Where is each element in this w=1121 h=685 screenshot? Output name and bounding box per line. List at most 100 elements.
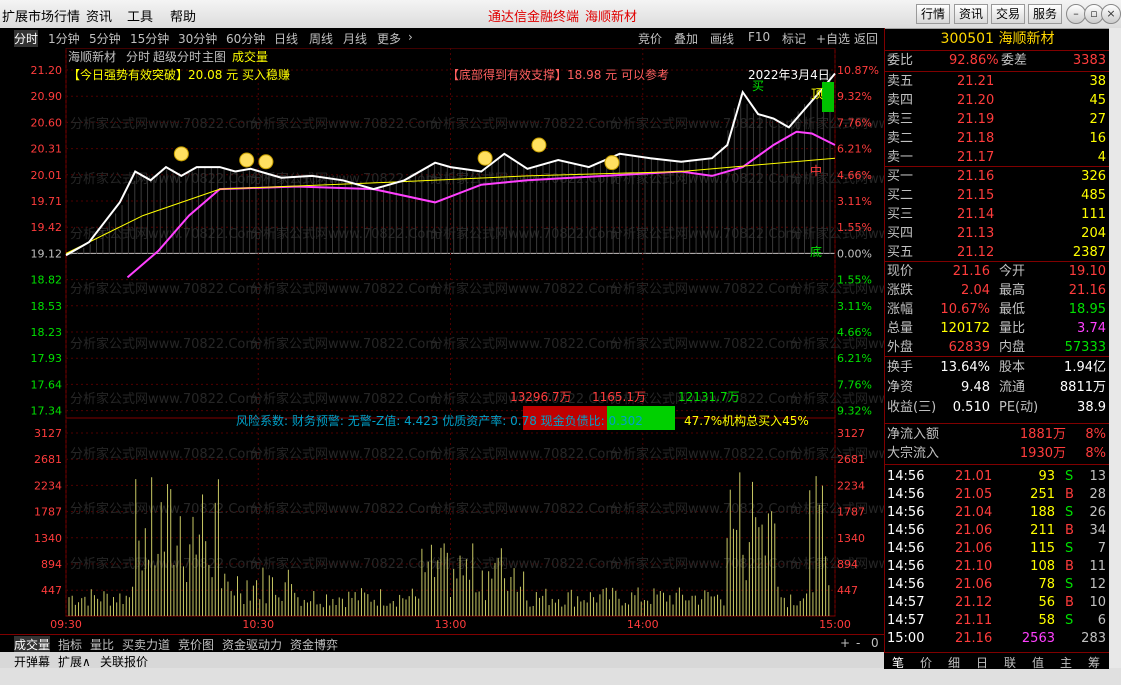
quote-panel: 300501 海顺新材 委比 92.86% 委差 3383 卖五 21.21 38 卖…: [884, 28, 1110, 668]
tick-row: 14:56 21.05 251 B 28: [885, 486, 1110, 504]
add-watchlist-button[interactable]: +自选: [816, 30, 850, 47]
tab-15min[interactable]: 15分钟: [130, 30, 169, 47]
tab-capital-drive[interactable]: 资金驱动力: [222, 636, 282, 653]
time-tick: 14:00: [627, 618, 659, 631]
menu-tools[interactable]: 工具: [127, 6, 153, 25]
back-button[interactable]: 返回: [854, 30, 878, 47]
tick-time: 14:57: [887, 613, 925, 628]
pct-tick: 3.11%: [837, 195, 872, 208]
tick-row: 14:56 21.10 108 B 11: [885, 558, 1110, 576]
panel-tab-price[interactable]: 价: [920, 654, 932, 671]
f10-button[interactable]: F10: [748, 30, 770, 44]
panel-tab-value[interactable]: 值: [1032, 654, 1044, 671]
fund-value: 1.94亿: [1064, 360, 1106, 375]
mark-button[interactable]: 标记: [782, 30, 806, 47]
panel-tab-detail[interactable]: 细: [948, 654, 960, 671]
bid-price: 21.16: [957, 169, 995, 184]
minimize-icon[interactable]: –: [1066, 4, 1086, 24]
volume-tick: 2681: [34, 453, 62, 466]
pct-tick: 10.87%: [837, 64, 879, 77]
caption-mode: 分时: [126, 50, 150, 64]
zoom-in-icon[interactable]: +: [840, 636, 850, 650]
fund-row: 收益(三) 0.510 PE(动) 38.9: [885, 399, 1110, 417]
tick-side: S: [1065, 505, 1074, 520]
tab-more[interactable]: 更多: [377, 30, 401, 47]
panel-tab-chips[interactable]: 筹: [1088, 654, 1100, 671]
volume-tick: 1787: [34, 506, 62, 519]
price-tick: 20.01: [31, 169, 63, 182]
price-tick: 17.64: [31, 378, 63, 391]
tick-row: 14:56 21.04 188 S 26: [885, 504, 1110, 522]
tab-indicator[interactable]: 指标: [58, 636, 82, 653]
bottom-marker: 底: [810, 244, 822, 259]
ask-level-label: 卖二: [887, 131, 914, 146]
panel-tab-linked[interactable]: 联: [1004, 654, 1016, 671]
tick-side: S: [1065, 577, 1074, 592]
volume-tick-right: 894: [837, 558, 858, 571]
watermark-text: 分析家公式网www.70822.Com: [610, 281, 798, 297]
window-stock-name: 海顺新材: [585, 10, 638, 25]
menu-extended-market[interactable]: 扩展市场行情: [2, 6, 80, 25]
tab-5min[interactable]: 5分钟: [89, 30, 121, 47]
price-tick: 19.71: [31, 195, 63, 208]
tab-weekly[interactable]: 周线: [309, 30, 333, 47]
auction-button[interactable]: 竞价: [638, 30, 662, 47]
tab-volume-ratio[interactable]: 量比: [90, 636, 114, 653]
watermark-text: 分析家公式网www.70822.Com: [70, 446, 258, 462]
tick-side: S: [1065, 613, 1074, 628]
tick-row: 15:00 21.16 2563 283: [885, 630, 1110, 648]
service-button[interactable]: 服务: [1028, 4, 1063, 24]
panel-tab-ticks[interactable]: 笔: [892, 654, 904, 671]
tick-count: 13: [1089, 469, 1106, 484]
market-button[interactable]: 行情: [916, 4, 951, 24]
tab-intraday[interactable]: 分时: [14, 30, 39, 47]
bid-volume: 111: [1081, 207, 1106, 222]
panel-tab-daily[interactable]: 日: [976, 654, 988, 671]
overlay-button[interactable]: 叠加: [674, 30, 698, 47]
tab-volume[interactable]: 成交量: [14, 636, 51, 653]
tick-count: 6: [1097, 613, 1106, 628]
draw-line-button[interactable]: 画线: [710, 30, 734, 47]
tick-row: 14:57 21.12 56 B 10: [885, 594, 1110, 612]
ask-price: 21.19: [957, 112, 995, 127]
zoom-out-icon[interactable]: -: [856, 636, 860, 650]
tab-monthly[interactable]: 月线: [343, 30, 367, 47]
menu-help[interactable]: 帮助: [170, 6, 196, 25]
trade-button[interactable]: 交易: [991, 4, 1026, 24]
bid-price: 21.15: [957, 188, 995, 203]
caption-stock-name: 海顺新材: [68, 49, 116, 64]
status-bar: 开弹幕 扩展∧ 关联报价: [0, 652, 884, 669]
scrollbar[interactable]: [1109, 28, 1121, 668]
news-button[interactable]: 资讯: [954, 4, 989, 24]
app-title: 通达信金融终端: [488, 10, 580, 25]
menu-news[interactable]: 资讯: [86, 6, 112, 25]
tick-price: 21.12: [955, 595, 993, 610]
watermark-text: 分析家公式网www.70822.Com: [250, 226, 438, 242]
quote-row: 外盘 62839 内盘 57333: [885, 339, 1110, 357]
chevron-right-icon[interactable]: ›: [408, 30, 413, 44]
tab-daily[interactable]: 日线: [274, 30, 298, 47]
tick-side: S: [1065, 541, 1074, 556]
smiley-icon: [173, 146, 189, 162]
caption-main: 主图: [202, 50, 226, 64]
volume-tick-right: 447: [837, 584, 858, 597]
tab-30min[interactable]: 30分钟: [178, 30, 217, 47]
tick-volume: 2563: [1021, 631, 1055, 646]
tab-buy-sell-force[interactable]: 买卖力道: [122, 636, 170, 653]
institution-text: 47.7%机构总买入45%: [684, 413, 809, 428]
ask-price: 21.17: [957, 150, 995, 165]
flow-value: 1930万: [1019, 446, 1066, 461]
flow-mid-value: 1165.1万: [592, 390, 646, 404]
tick-price: 21.06: [955, 577, 993, 592]
tab-1min[interactable]: 1分钟: [48, 30, 80, 47]
intraday-chart[interactable]: 分析家公式网www.70822.Com 分析家公式网www.70822.Com 分析…: [0, 47, 978, 634]
panel-tab-main[interactable]: 主: [1060, 654, 1072, 671]
pct-tick: 6.21%: [837, 143, 872, 156]
close-icon[interactable]: ×: [1101, 4, 1121, 24]
ask-row: 卖四 21.20 45: [885, 92, 1110, 110]
tab-capital-game[interactable]: 资金博弈: [290, 636, 338, 653]
tab-auction-chart[interactable]: 竞价图: [178, 636, 214, 653]
volume-tick-right: 1340: [837, 532, 865, 545]
tab-60min[interactable]: 60分钟: [226, 30, 265, 47]
tick-time: 15:00: [887, 631, 925, 646]
